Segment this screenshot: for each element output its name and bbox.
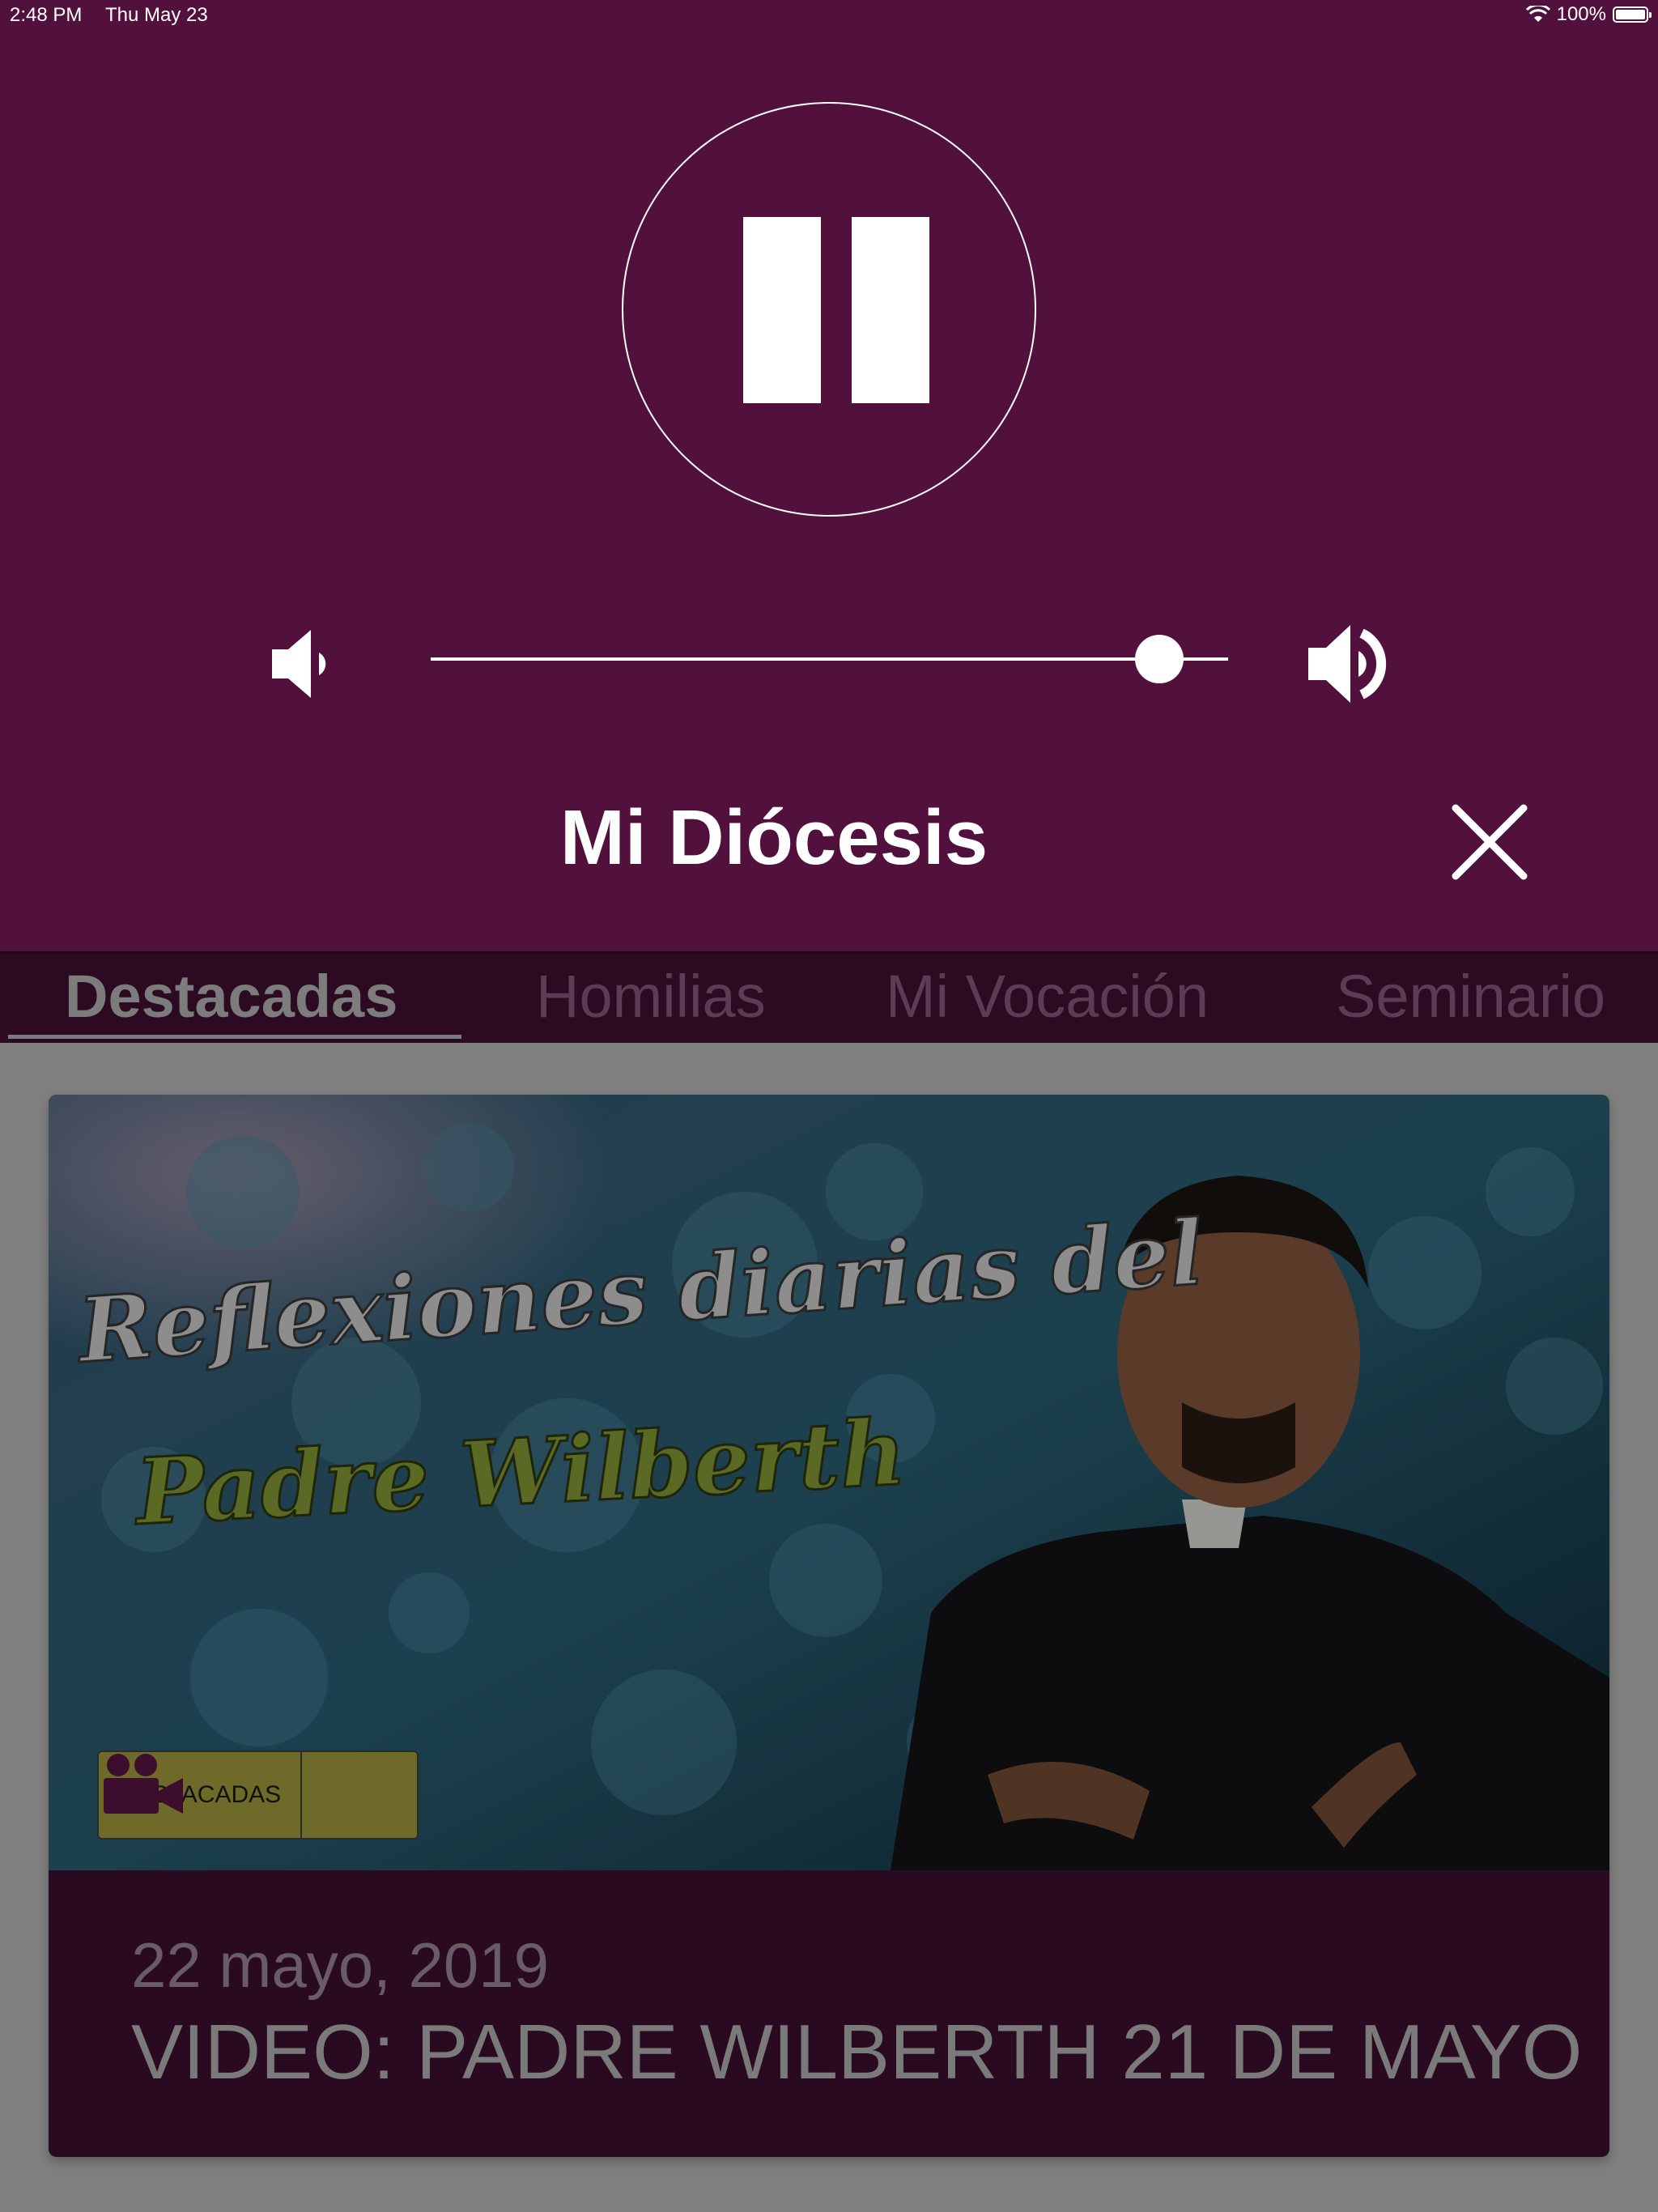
- tab-destacadas[interactable]: Destacadas: [65, 962, 397, 1035]
- pause-button[interactable]: [622, 102, 1036, 517]
- battery-percent: 100%: [1556, 3, 1606, 25]
- wifi-icon: [1525, 6, 1550, 22]
- status-bar: 2:48 PM Thu May 23 100%: [0, 0, 1658, 32]
- tab-homilias[interactable]: Homilias: [536, 962, 766, 1035]
- volume-high-icon: [1308, 625, 1387, 703]
- pause-bar-left: [743, 217, 821, 403]
- pause-bar-right: [852, 217, 929, 403]
- volume-track: [431, 657, 1228, 661]
- post-title[interactable]: VIDEO: PADRE WILBERTH 21 DE MAYO: [131, 2008, 1582, 2097]
- player-title: Mi Diócesis: [559, 794, 988, 881]
- video-thumbnail[interactable]: Reflexiones diarias del Padre Wilberth D…: [49, 1095, 1609, 1870]
- status-time: 2:48 PM: [10, 4, 83, 26]
- destacadas-badge: DESTACADAS: [97, 1750, 419, 1840]
- volume-slider[interactable]: [431, 635, 1228, 683]
- volume-thumb[interactable]: [1134, 635, 1184, 683]
- status-date: Thu May 23: [105, 4, 208, 26]
- audio-player-panel: 2:48 PM Thu May 23 100% Mi Diócesis: [0, 0, 1658, 951]
- featured-video-card[interactable]: Reflexiones diarias del Padre Wilberth D…: [49, 1095, 1609, 2157]
- close-icon[interactable]: [1449, 802, 1530, 883]
- active-tab-indicator: [8, 1035, 461, 1039]
- post-date: 22 mayo, 2019: [131, 1929, 550, 2001]
- video-camera-icon: [104, 1752, 417, 1838]
- battery-icon: [1613, 6, 1652, 23]
- category-tabs: Destacadas Homilias Mi Vocación Seminari…: [0, 951, 1658, 1043]
- volume-low-icon: [272, 630, 326, 698]
- tab-mi-vocacion[interactable]: Mi Vocación: [886, 962, 1209, 1035]
- status-right: 100%: [1525, 3, 1652, 26]
- tab-seminario[interactable]: Seminario: [1336, 962, 1605, 1035]
